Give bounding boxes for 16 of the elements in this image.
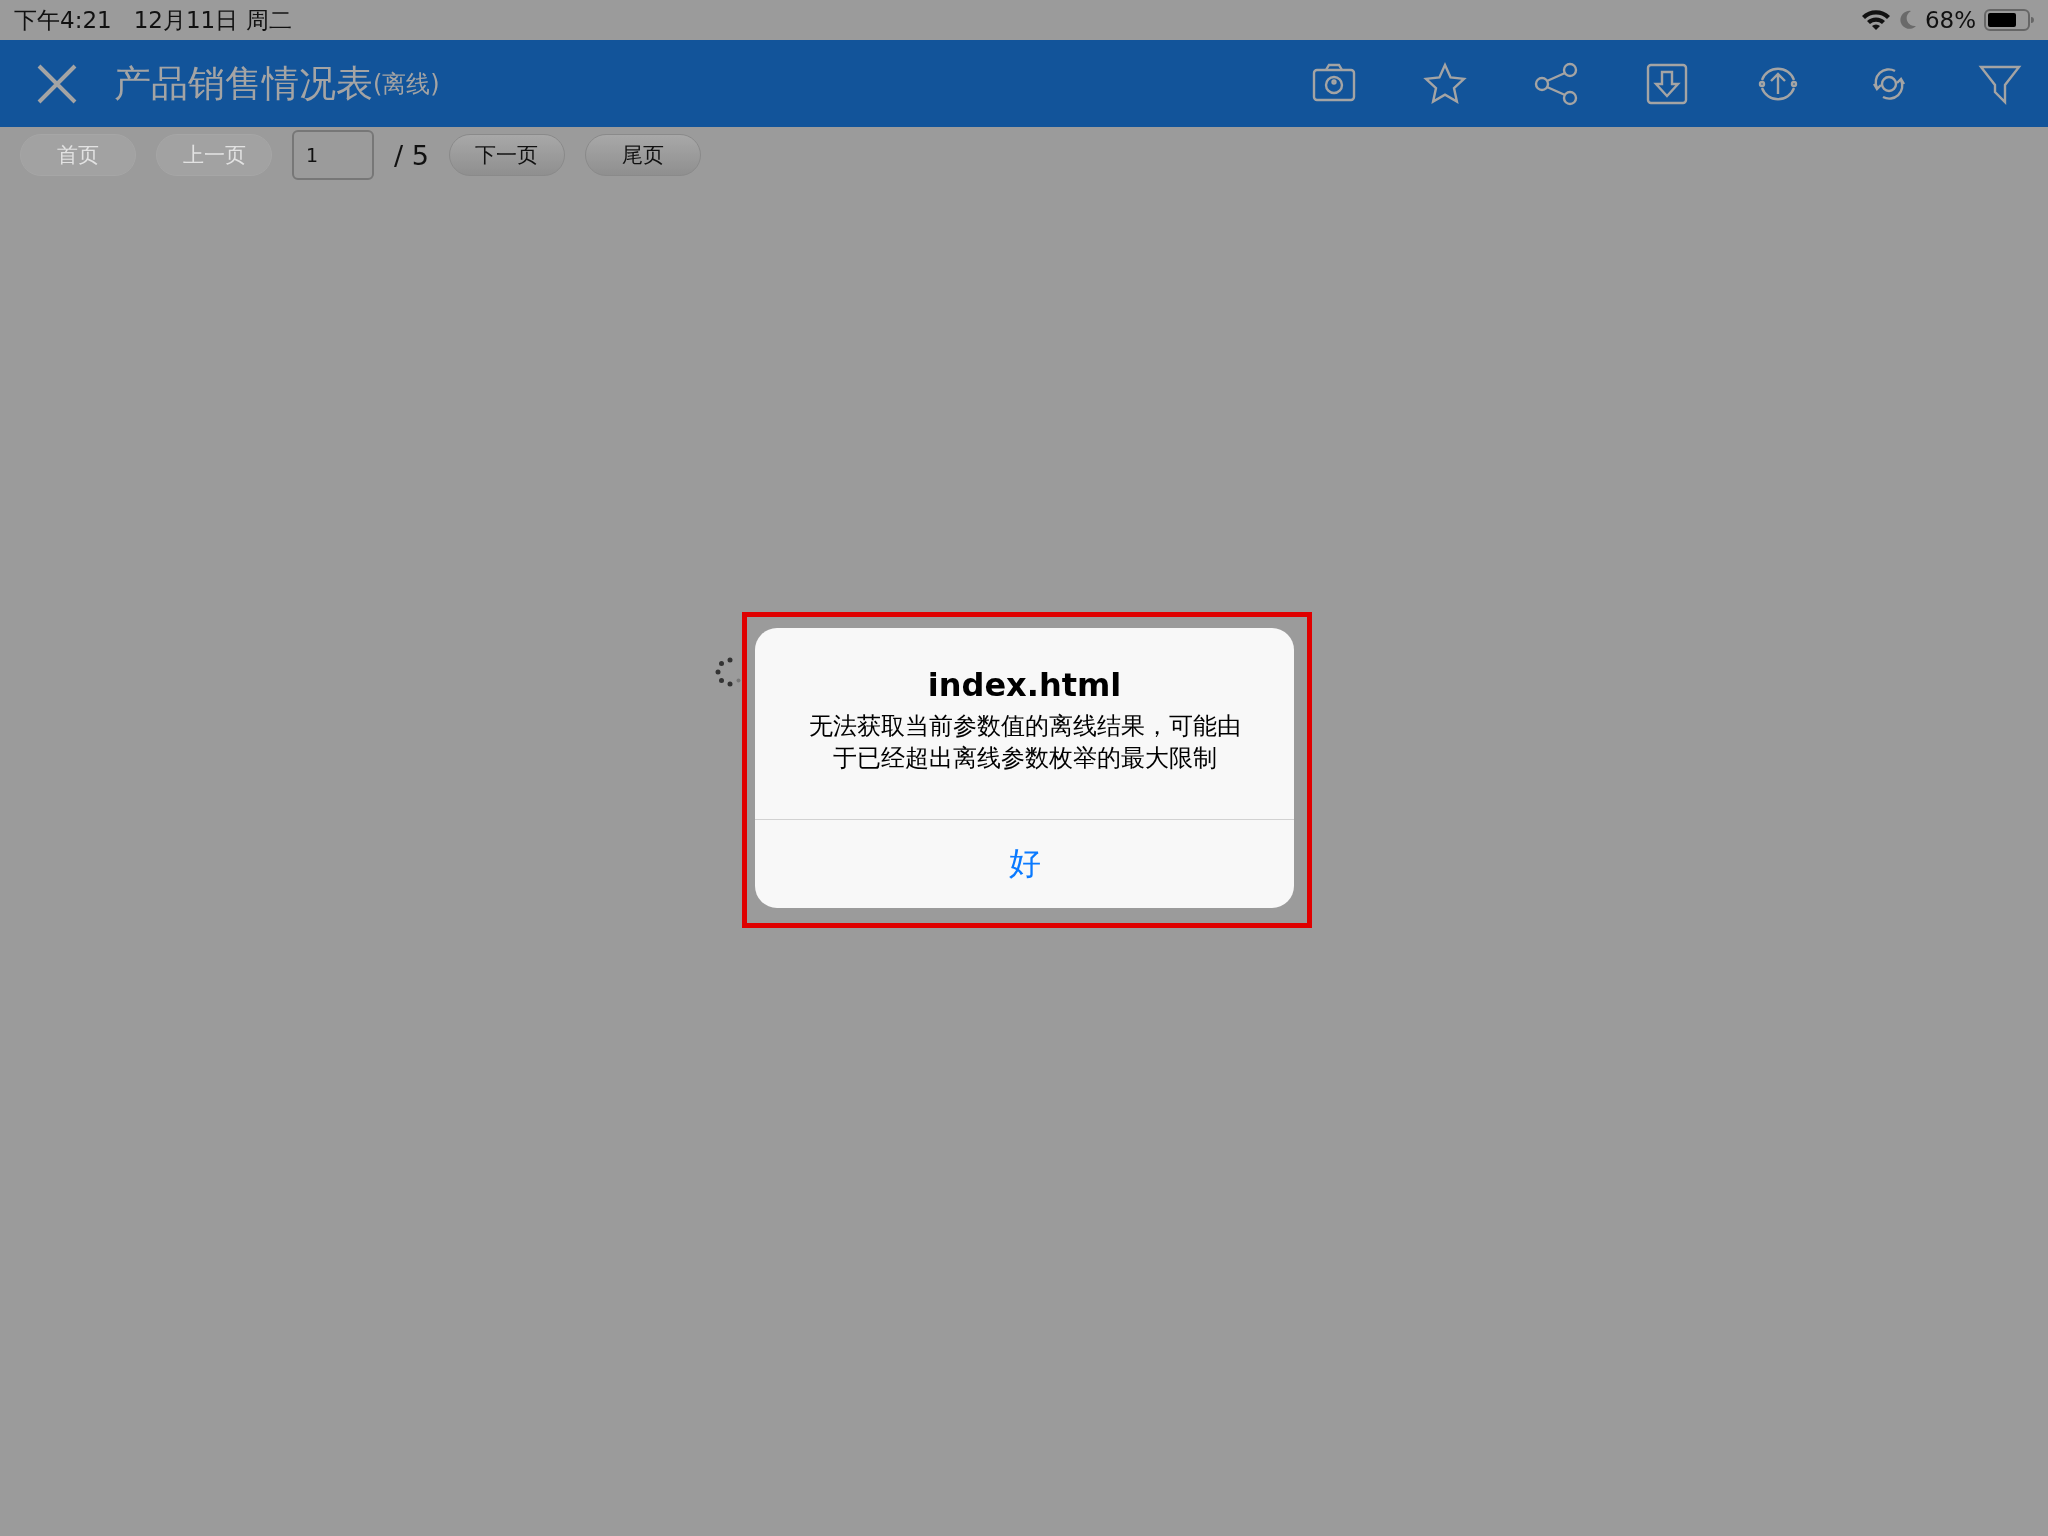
close-icon[interactable] [36,62,78,105]
status-date: 12月11日 周二 [133,5,292,35]
page-number-field[interactable]: 1 [292,130,374,180]
ok-button[interactable]: 好 [755,820,1294,908]
alert-message: 无法获取当前参数值的离线结果，可能由于已经超出离线参数枚举的最大限制 [808,711,1241,774]
page-button[interactable]: 下一页 [448,134,565,176]
battery-percent: 68% [1924,7,1976,33]
page-button[interactable]: 尾页 [584,134,701,176]
status-time: 下午4:21 [14,5,112,35]
page-total: / 5 [394,139,429,171]
offline-label: (离线) [373,68,440,100]
alert-title: index.html [927,666,1122,704]
wifi-icon [1860,9,1891,31]
moon-icon [1898,10,1917,30]
report-title: 产品销售情况表 [114,60,373,107]
battery-icon [1984,8,2034,32]
